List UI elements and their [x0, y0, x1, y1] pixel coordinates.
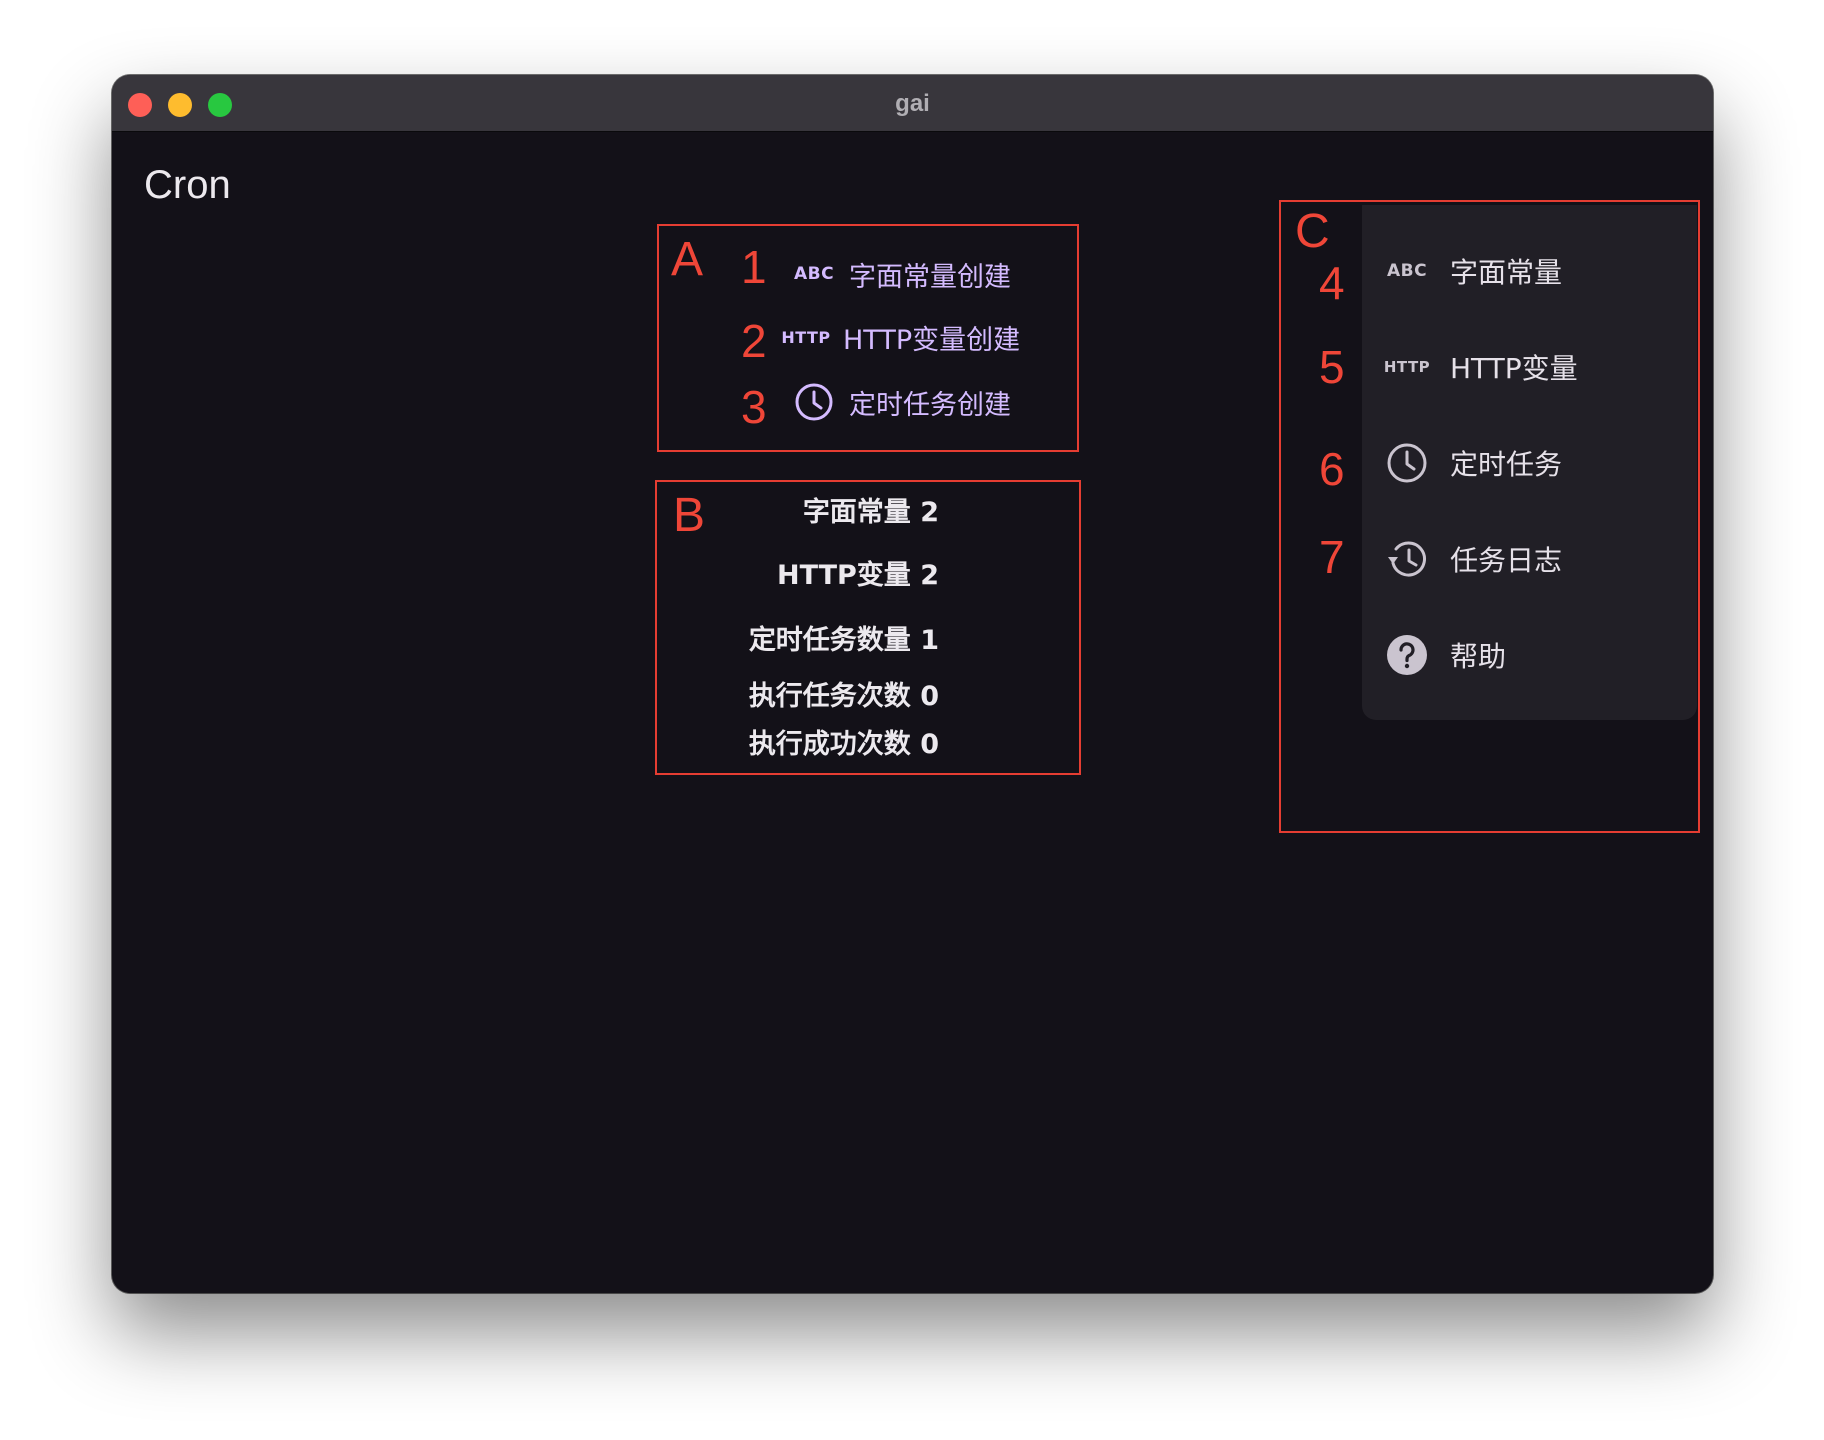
history-icon [1384, 536, 1430, 582]
stat-http-variables: HTTP变量 2 [776, 560, 939, 591]
stat-executed-task-count: 执行任务次数 0 [748, 681, 939, 712]
annotation-number-4: 4 [1319, 257, 1345, 309]
title-bar: gai [112, 75, 1713, 132]
annotation-box-a: A 1 2 3 ABC 字面常量创建 HTTP HTTP变量创建 定时任务创建 [657, 224, 1079, 452]
nav-item-task-logs[interactable]: 任务日志 [1362, 531, 1697, 587]
annotation-label-b: B [673, 489, 706, 542]
abc-icon: ABC [793, 264, 835, 284]
window-title: gai [895, 90, 930, 117]
nav-item-cron-tasks-label: 定时任务 [1450, 448, 1563, 481]
stat-cron-task-count: 定时任务数量 1 [748, 625, 939, 656]
page-title: Cron [144, 163, 231, 207]
nav-item-help[interactable]: 帮助 [1362, 627, 1697, 683]
create-literal-constant-button[interactable]: ABC 字面常量创建 [793, 252, 1011, 296]
stat-literal-constants: 字面常量 2 [802, 497, 939, 528]
annotation-number-6: 6 [1319, 443, 1345, 495]
annotation-label-a: A [671, 233, 704, 286]
annotation-box-b: B 字面常量 2 HTTP变量 2 定时任务数量 1 执行任务次数 0 执行成功… [655, 480, 1081, 775]
nav-item-cron-tasks[interactable]: 定时任务 [1362, 435, 1697, 491]
create-cron-task-label: 定时任务创建 [849, 389, 1011, 421]
nav-item-literal-constants-label: 字面常量 [1450, 256, 1563, 289]
http-icon: HTTP [1383, 358, 1431, 376]
stat-success-count: 执行成功次数 0 [748, 729, 939, 760]
help-icon [1384, 632, 1430, 678]
annotation-label-c: C [1295, 205, 1330, 258]
abc-icon: ABC [1386, 261, 1428, 281]
http-icon: HTTP [781, 327, 831, 347]
nav-item-http-variables[interactable]: HTTP HTTP变量 [1362, 339, 1697, 395]
clock-icon [1384, 440, 1430, 486]
app-window: gai Cron A 1 2 3 ABC 字面常量创建 HTTP HTTP变量创… [112, 75, 1713, 1293]
annotation-number-7: 7 [1319, 531, 1345, 583]
annotation-number-5: 5 [1319, 341, 1345, 393]
clock-icon [793, 382, 835, 422]
nav-item-http-variables-label: HTTP变量 [1450, 352, 1578, 385]
navigation-rail: ABC 字面常量 HTTP HTTP变量 定时任务 任务日志 帮助 [1362, 205, 1697, 720]
create-cron-task-button[interactable]: 定时任务创建 [793, 380, 1011, 424]
create-http-variable-label: HTTP变量创建 [843, 324, 1021, 356]
nav-item-literal-constants[interactable]: ABC 字面常量 [1362, 243, 1697, 299]
nav-item-task-logs-label: 任务日志 [1450, 544, 1563, 577]
create-http-variable-button[interactable]: HTTP HTTP变量创建 [781, 315, 1021, 359]
create-literal-constant-label: 字面常量创建 [849, 261, 1011, 293]
annotation-number-1: 1 [741, 241, 767, 293]
annotation-number-2: 2 [741, 315, 767, 367]
annotation-number-3: 3 [741, 381, 767, 433]
main-content: Cron A 1 2 3 ABC 字面常量创建 HTTP HTTP变量创建 定时… [112, 133, 1713, 1293]
nav-item-help-label: 帮助 [1450, 640, 1507, 673]
